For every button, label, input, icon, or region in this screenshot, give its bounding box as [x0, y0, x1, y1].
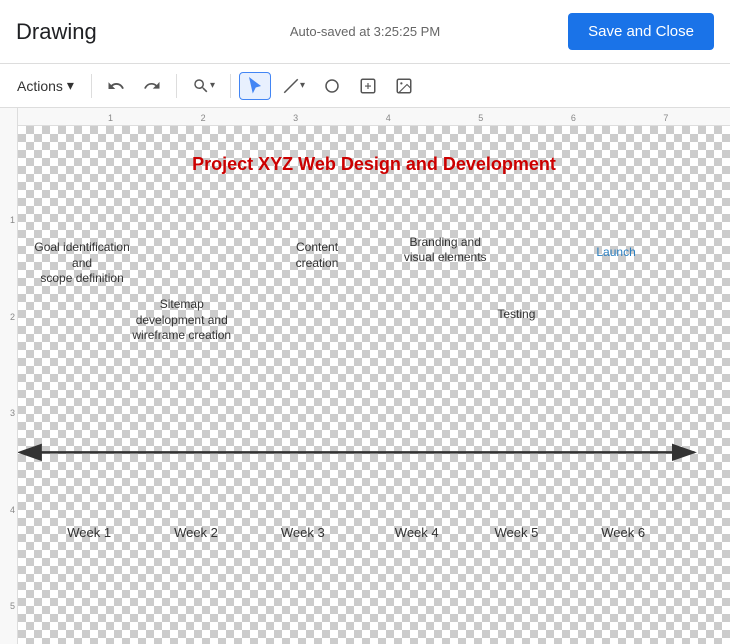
task-branding: Branding andvisual elements — [388, 235, 502, 266]
ruler-mark-3: 3 — [10, 408, 15, 418]
save-close-button[interactable]: Save and Close — [568, 13, 714, 50]
actions-menu-button[interactable]: Actions ▾ — [8, 72, 83, 99]
chevron-down-icon: ▾ — [67, 77, 74, 94]
canvas-wrap[interactable]: 1 2 3 4 5 6 7 Project XYZ Web Design and… — [18, 108, 730, 644]
undo-button[interactable] — [100, 72, 132, 100]
line-icon — [282, 77, 300, 95]
ruler-mark-2: 2 — [10, 312, 15, 322]
week-2-label: Week 2 — [153, 525, 238, 540]
ruler-mark-5: 5 — [10, 601, 15, 611]
shape-tool-button[interactable] — [316, 72, 348, 100]
task-launch: Launch — [580, 245, 651, 261]
ruler-top-5: 5 — [478, 113, 483, 123]
autosave-status: Auto-saved at 3:25:25 PM — [290, 24, 440, 39]
week-1-label: Week 1 — [46, 525, 131, 540]
cursor-icon — [246, 77, 264, 95]
ruler-top-7: 7 — [663, 113, 668, 123]
textbox-tool-button[interactable] — [352, 72, 384, 100]
header: Drawing Auto-saved at 3:25:25 PM Save an… — [0, 0, 730, 64]
toolbar-separator-1 — [91, 74, 92, 98]
image-icon — [395, 77, 413, 95]
zoom-chevron: ▾ — [210, 80, 215, 91]
task-goal-identification: Goal identification andscope definition — [32, 240, 132, 287]
drawing-canvas[interactable]: Project XYZ Web Design and Development — [18, 126, 730, 644]
zoom-icon — [192, 77, 210, 95]
toolbar-separator-2 — [176, 74, 177, 98]
line-tool-button[interactable]: ▾ — [275, 72, 312, 100]
ruler-top-4: 4 — [386, 113, 391, 123]
week-6-label: Week 6 — [580, 525, 665, 540]
actions-label: Actions — [17, 78, 63, 94]
ruler-top-1: 1 — [108, 113, 113, 123]
week-4-label: Week 4 — [374, 525, 459, 540]
image-tool-button[interactable] — [388, 72, 420, 100]
circle-icon — [323, 77, 341, 95]
app-title: Drawing — [16, 19, 97, 45]
ruler-left: 1 2 3 4 5 — [0, 108, 18, 644]
toolbar-separator-3 — [230, 74, 231, 98]
redo-button[interactable] — [136, 72, 168, 100]
zoom-button[interactable]: ▾ — [185, 72, 222, 100]
ruler-mark-4: 4 — [10, 505, 15, 515]
task-sitemap: Sitemapdevelopment andwireframe creation — [125, 297, 239, 344]
ruler-top: 1 2 3 4 5 6 7 — [18, 108, 730, 126]
redo-icon — [143, 77, 161, 95]
ruler-top-6: 6 — [571, 113, 576, 123]
task-content-creation: Contentcreation — [274, 240, 359, 271]
drawing-title: Project XYZ Web Design and Development — [18, 154, 730, 175]
ruler-mark-1: 1 — [10, 215, 15, 225]
ruler-top-3: 3 — [293, 113, 298, 123]
task-testing: Testing — [481, 307, 552, 323]
drawing-content: Project XYZ Web Design and Development — [18, 126, 730, 644]
line-chevron: ▾ — [300, 80, 305, 91]
canvas-container: 1 2 3 4 5 1 2 3 4 5 6 7 Project XYZ Web … — [0, 108, 730, 644]
select-tool-button[interactable] — [239, 72, 271, 100]
toolbar: Actions ▾ ▾ ▾ — [0, 64, 730, 108]
undo-icon — [107, 77, 125, 95]
week-3-label: Week 3 — [260, 525, 345, 540]
timeline-arrow — [18, 126, 730, 644]
week-5-label: Week 5 — [474, 525, 559, 540]
ruler-top-2: 2 — [201, 113, 206, 123]
textbox-icon — [359, 77, 377, 95]
